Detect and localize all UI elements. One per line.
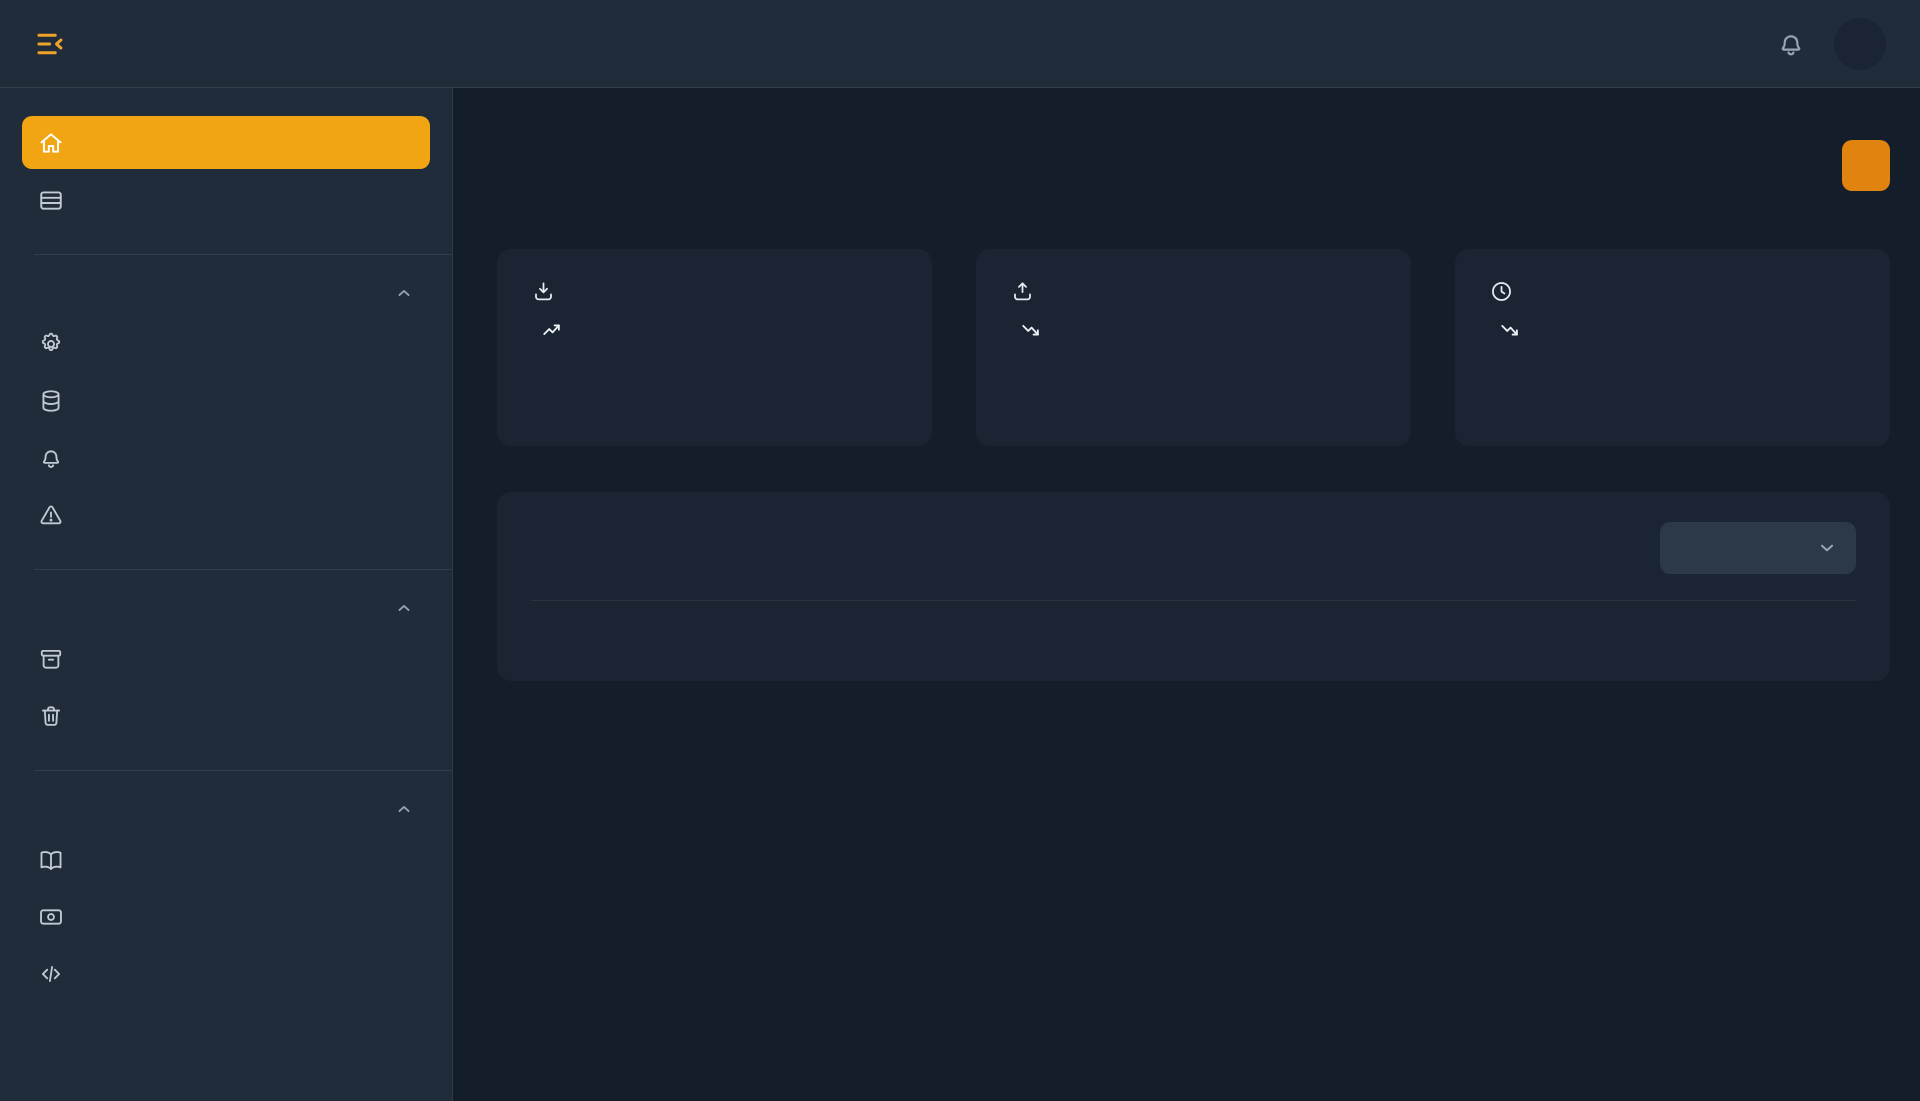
book-open-icon <box>38 847 64 873</box>
latest-download-card <box>497 249 932 446</box>
stats-row <box>497 249 1890 446</box>
sidebar-collapse-icon <box>34 27 68 61</box>
latest-ping-card <box>1455 249 1890 446</box>
sidebar-item-donate[interactable] <box>22 890 430 943</box>
gear-icon <box>38 331 64 357</box>
sidebar-item-dashboard[interactable] <box>22 116 430 169</box>
chevron-up-icon <box>394 598 414 618</box>
sidebar-divider <box>34 770 452 771</box>
sidebar-section-settings[interactable] <box>22 283 430 303</box>
upload-tray-icon <box>1010 279 1035 304</box>
app-root <box>0 0 1920 1101</box>
topbar-actions <box>1776 18 1886 70</box>
clock-icon <box>1489 279 1514 304</box>
brand <box>34 27 453 61</box>
time-range-select[interactable] <box>1660 522 1856 574</box>
sidebar-item-documentation[interactable] <box>22 833 430 886</box>
queue-speedtest-button[interactable] <box>1842 140 1890 191</box>
sidebar-item-source-code[interactable] <box>22 947 430 1000</box>
sidebar-divider <box>34 569 452 570</box>
code-icon <box>38 961 64 987</box>
sidebar <box>0 88 453 1101</box>
sidebar-item-notifications[interactable] <box>22 431 430 484</box>
stat-delta-2 <box>1489 319 1856 341</box>
latest-upload-card <box>976 249 1411 446</box>
banknote-icon <box>38 904 64 930</box>
user-avatar[interactable] <box>1834 18 1886 70</box>
chevron-up-icon <box>394 799 414 819</box>
notifications-bell-button[interactable] <box>1776 29 1806 59</box>
sidebar-section-system[interactable] <box>22 598 430 618</box>
sidebar-item-thresholds[interactable] <box>22 488 430 541</box>
chevron-up-icon <box>394 283 414 303</box>
warning-triangle-icon <box>38 502 64 528</box>
sidebar-item-results[interactable] <box>22 173 430 226</box>
page-header <box>497 140 1890 191</box>
chevron-down-icon <box>1816 537 1838 559</box>
chart-panel-header <box>531 492 1856 601</box>
bell-icon <box>1776 29 1806 59</box>
database-icon <box>38 388 64 414</box>
sidebar-section-links[interactable] <box>22 799 430 819</box>
sidebar-item-general[interactable] <box>22 317 430 370</box>
download-tray-icon <box>531 279 556 304</box>
trash-icon <box>38 703 64 729</box>
stat-delta-1 <box>1010 319 1377 341</box>
stat-delta-0 <box>531 319 898 341</box>
trending-down-icon <box>1499 319 1521 341</box>
trending-up-icon <box>541 319 563 341</box>
main-content <box>453 88 1920 1101</box>
sidebar-item-delete-data[interactable] <box>22 689 430 742</box>
chart-panel <box>497 492 1890 681</box>
archive-box-icon <box>38 646 64 672</box>
trending-down-icon <box>1020 319 1042 341</box>
home-icon <box>38 130 64 156</box>
sidebar-item-influxdb[interactable] <box>22 374 430 427</box>
topbar <box>0 0 1920 88</box>
sidebar-collapse-button[interactable] <box>34 27 68 61</box>
table-icon <box>38 187 64 213</box>
bell-icon <box>38 445 64 471</box>
sidebar-item-users[interactable] <box>22 632 430 685</box>
sidebar-divider <box>34 254 452 255</box>
